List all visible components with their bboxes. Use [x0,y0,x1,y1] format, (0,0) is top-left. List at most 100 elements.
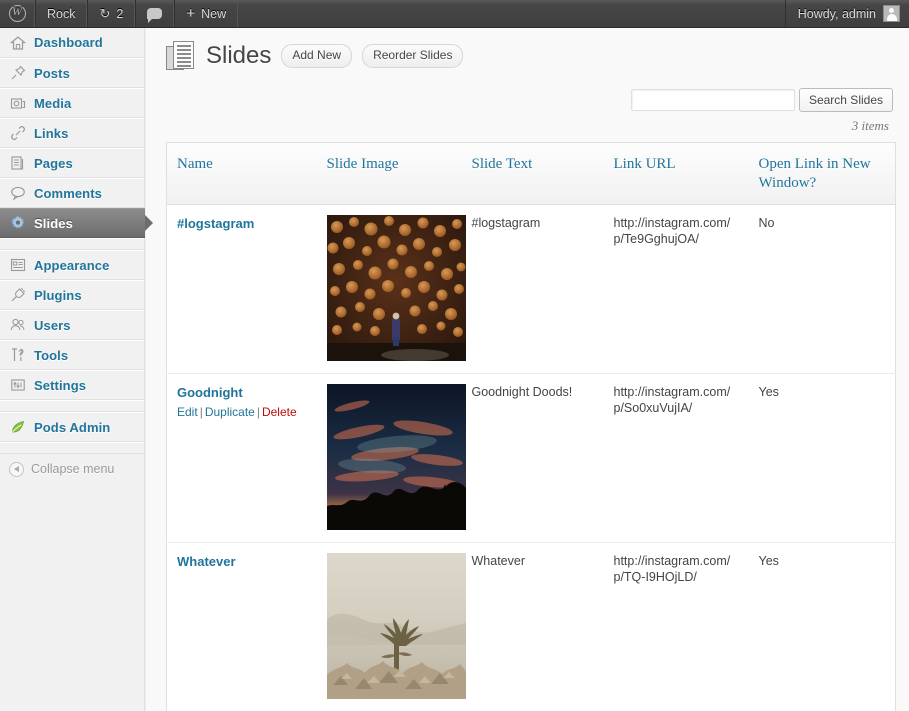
cell-link-url: http://instagram.com/p/Te9GghujOA/ [603,204,749,374]
sidebar-item-label: Pages [34,155,73,171]
sidebar-item-label: Appearance [34,257,110,273]
sidebar-item-label: Posts [34,65,70,81]
sidebar-item-label: Slides [34,215,73,231]
slides-table: Name Slide Image Slide Text Link URL Ope… [166,142,896,711]
row-actions: Edit | Duplicate | Delete [177,404,307,420]
sidebar-item-pods-admin[interactable]: Pods Admin [0,412,144,442]
edit-link[interactable]: Edit [177,405,198,419]
cell-name: #logstagram [166,204,317,374]
sidebar-item-label: Links [34,125,69,141]
slides-documents-icon [166,40,198,72]
collapse-menu-label: Collapse menu [31,462,115,476]
settings-icon [9,376,27,394]
slide-title-link[interactable]: Goodnight [177,385,243,400]
sidebar-item-label: Tools [34,347,69,363]
sidebar-item-appearance[interactable]: Appearance [0,250,144,280]
plug-icon [9,286,27,304]
cell-name: Goodnight Edit | Duplicate | Delete [166,373,317,543]
sidebar-item-slides[interactable]: Slides [0,208,153,238]
action-separator: | [199,405,203,420]
refresh-icon: ↻ [99,5,111,21]
slide-thumbnail[interactable] [326,552,466,699]
sidebar-item-settings[interactable]: Settings [0,370,144,400]
admin-sidebar: Dashboard Posts Media Links Pages Commen… [0,28,153,711]
user-avatar-icon [883,5,900,22]
column-header-slide-text[interactable]: Slide Text [461,142,604,205]
delete-link[interactable]: Delete [262,405,297,419]
column-header-link-url[interactable]: Link URL [603,142,749,205]
sidebar-item-comments[interactable]: Comments [0,178,144,208]
sidebar-item-plugins[interactable]: Plugins [0,280,144,310]
sidebar-item-label: Users [34,317,71,333]
wordpress-logo-button[interactable] [0,0,35,27]
cell-slide-text: Goodnight Doods! [461,373,604,543]
table-row: Whatever Whatever http://instagram.com/p… [167,542,896,711]
sidebar-separator-2 [0,400,144,412]
collapse-menu-button[interactable]: Collapse menu [0,454,144,484]
account-menu[interactable]: Howdy, admin [784,0,909,27]
comment-bubble-icon [9,184,27,202]
site-name-menu[interactable]: Rock [35,0,88,27]
sidebar-item-pages[interactable]: Pages [0,148,144,178]
cell-link-url: http://instagram.com/p/So0xuVujIA/ [603,373,749,543]
cell-slide-text: Whatever [471,553,526,568]
slide-thumbnail[interactable] [326,214,466,361]
sidebar-item-label: Pods Admin [34,419,111,435]
tools-icon [9,346,27,364]
sidebar-item-label: Comments [34,185,102,201]
dashboard-home-icon [9,34,27,52]
sidebar-item-label: Settings [34,377,87,393]
users-icon [9,316,27,334]
sidebar-item-users[interactable]: Users [0,310,144,340]
reorder-slides-button[interactable]: Reorder Slides [362,43,464,69]
sidebar-item-tools[interactable]: Tools [0,340,144,370]
site-name-label: Rock [47,6,76,21]
cell-slide-image [317,542,466,711]
pods-leaf-icon [9,418,27,436]
sidebar-item-posts[interactable]: Posts [0,58,144,88]
cell-slide-image [316,373,466,543]
action-separator: | [256,405,260,420]
cell-open-new-window: Yes [748,373,896,543]
column-header-name[interactable]: Name [166,142,317,205]
sidebar-item-label: Dashboard [34,35,103,50]
cell-slide-image [316,204,466,374]
gear-icon [9,214,27,232]
updates-count: 2 [116,6,124,21]
duplicate-link[interactable]: Duplicate [205,405,255,419]
page-header: Slides Add New Reorder Slides [146,28,909,72]
column-header-slide-image[interactable]: Slide Image [316,142,462,205]
collapse-arrow-icon [9,461,24,477]
link-chain-icon [9,124,27,142]
new-content-menu[interactable]: + New [174,0,239,27]
plus-icon: + [186,5,196,22]
slide-title-link[interactable]: #logstagram [177,216,254,231]
cell-link-url: http://instagram.com/p/TQ-I9HOjLD/ [613,553,731,585]
cell-open-new-window: Yes [758,553,779,568]
sidebar-item-label: Media [34,95,72,111]
sidebar-item-dashboard[interactable]: Dashboard [0,28,144,58]
updates-menu[interactable]: ↻ 2 [87,0,136,27]
search-form: Search Slides [146,72,909,112]
wordpress-logo-icon [8,4,26,22]
sidebar-separator-3 [0,442,144,454]
cell-slide-text: #logstagram [461,204,604,374]
add-new-button[interactable]: Add New [281,43,353,69]
table-header-row: Name Slide Image Slide Text Link URL Ope… [166,142,896,205]
sidebar-separator-1 [0,238,144,250]
sidebar-item-links[interactable]: Links [0,118,144,148]
search-slides-button[interactable]: Search Slides [798,88,893,112]
new-label: New [201,6,227,21]
admin-bar: Rock ↻ 2 + New Howdy, admin [0,0,909,28]
slide-thumbnail[interactable] [326,383,466,530]
camera-icon [9,94,27,112]
cell-name: Whatever [167,542,317,711]
pin-icon [9,64,27,82]
column-header-open-new-window[interactable]: Open Link in New Window? [748,142,896,205]
sidebar-item-media[interactable]: Media [0,88,144,118]
search-input[interactable] [630,89,795,111]
table-row: Goodnight Edit | Duplicate | Delete Good… [166,373,896,543]
pages-icon [9,154,27,172]
comments-menu[interactable] [135,0,175,27]
slide-title-link[interactable]: Whatever [177,554,236,569]
